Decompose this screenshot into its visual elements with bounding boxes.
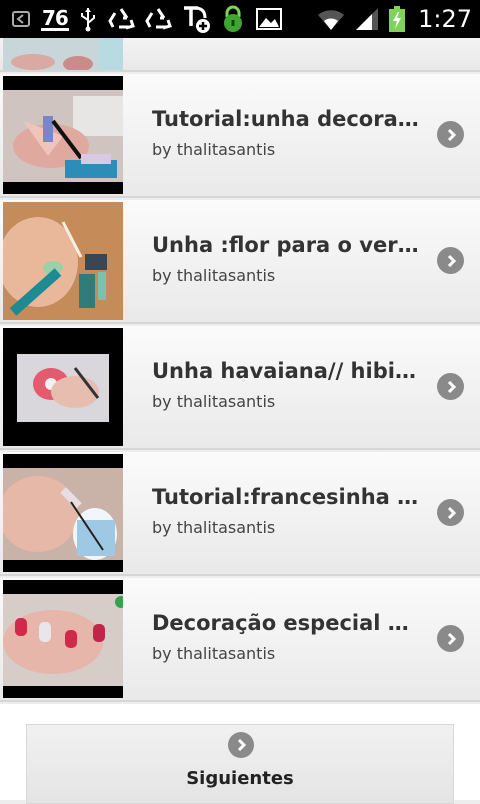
list-item[interactable]: Tutorial:unha decorada com caviar by tha…: [0, 74, 480, 198]
lock-icon: [220, 5, 246, 33]
pagination-footer: Siguientes: [0, 704, 480, 804]
video-title: Unha havaiana// hibisco: [152, 359, 422, 383]
video-title: Unha :flor para o verão: [152, 233, 422, 257]
list-item[interactable]: Unha havaiana// hibisco by thalitasantis: [0, 326, 480, 450]
video-thumbnail: [3, 454, 123, 572]
chevron-right-icon[interactable]: [437, 247, 464, 274]
wifi-icon: [316, 6, 346, 32]
list-item[interactable]: Decoração especial unhas by thalitasanti…: [0, 578, 480, 702]
video-author: by thalitasantis: [152, 518, 276, 537]
recycle-icon: [144, 6, 172, 32]
signal-icon: [354, 6, 380, 32]
clock: 1:27: [418, 5, 472, 33]
t-plus-icon: [181, 4, 211, 34]
video-thumbnail: [3, 76, 123, 194]
video-thumbnail: [3, 580, 123, 698]
chevron-right-icon[interactable]: [228, 732, 254, 758]
chevron-right-icon[interactable]: [437, 499, 464, 526]
battery-icon: [388, 5, 406, 33]
list-item-partial[interactable]: [0, 38, 480, 72]
status-bar: 76 1:27: [0, 0, 480, 38]
video-title: Tutorial:francesinha decorada: [152, 485, 422, 509]
video-thumbnail: [3, 38, 123, 70]
video-thumbnail: [3, 202, 123, 320]
chevron-right-icon[interactable]: [437, 373, 464, 400]
back-notification-icon: [10, 8, 32, 30]
recycle-icon: [107, 6, 135, 32]
video-author: by thalitasantis: [152, 392, 276, 411]
video-title: Decoração especial unhas: [152, 611, 422, 635]
video-author: by thalitasantis: [152, 140, 276, 159]
video-title: Tutorial:unha decorada com caviar: [152, 107, 422, 131]
chevron-right-icon[interactable]: [437, 625, 464, 652]
next-page-label: Siguientes: [186, 768, 294, 789]
video-author: by thalitasantis: [152, 266, 276, 285]
chevron-right-icon[interactable]: [437, 121, 464, 148]
video-thumbnail: [3, 328, 123, 446]
video-author: by thalitasantis: [152, 644, 276, 663]
list-item[interactable]: Unha :flor para o verão by thalitasantis: [0, 200, 480, 324]
list-item[interactable]: Tutorial:francesinha decorada by thalita…: [0, 452, 480, 576]
notification-count: 76: [41, 5, 69, 31]
usb-icon: [78, 6, 98, 32]
image-icon: [255, 7, 283, 31]
